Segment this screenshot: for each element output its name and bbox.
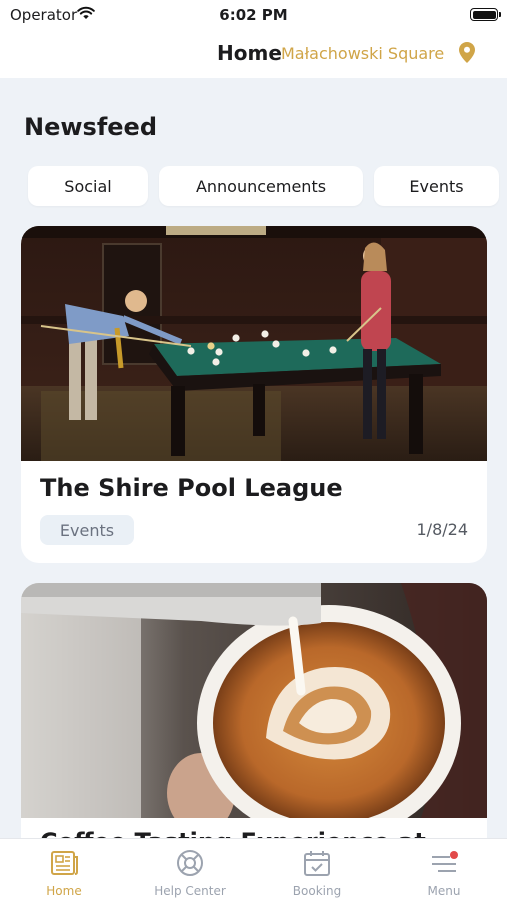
category-badge: Events xyxy=(40,515,134,545)
top-header: Home Małachowski Square xyxy=(0,30,507,78)
tab-bar-label: Home xyxy=(46,884,82,898)
map-pin-icon[interactable] xyxy=(459,42,475,63)
tab-bar-menu[interactable]: Menu xyxy=(389,839,499,900)
newspaper-icon xyxy=(51,851,78,875)
lifebuoy-icon xyxy=(177,850,203,876)
tab-bar-home[interactable]: Home xyxy=(9,839,119,900)
tab-bar-label: Booking xyxy=(292,884,342,898)
tab-bar-help-center[interactable]: Help Center xyxy=(135,839,245,900)
coffee-photo xyxy=(21,583,487,818)
location-selector[interactable]: Małachowski Square xyxy=(281,44,444,63)
post-title: The Shire Pool League xyxy=(40,474,343,502)
pool-photo xyxy=(21,226,487,461)
tab-social[interactable]: Social xyxy=(28,166,148,206)
status-time: 6:02 PM xyxy=(219,6,288,24)
bottom-tab-bar: Home Help Center Booking Menu xyxy=(0,838,507,900)
notification-dot xyxy=(450,851,458,859)
tab-announcements[interactable]: Announcements xyxy=(159,166,363,206)
tab-bar-label: Help Center xyxy=(154,884,226,898)
menu-lines-icon xyxy=(432,851,458,872)
tab-bar-booking[interactable]: Booking xyxy=(262,839,372,900)
status-bar: Operator 6:02 PM xyxy=(0,0,507,30)
tab-bar-label: Menu xyxy=(427,884,461,898)
post-card[interactable]: Coffee Tasting Experience at xyxy=(21,583,487,863)
post-date: 1/8/24 xyxy=(416,520,469,539)
page-title: Home xyxy=(217,41,282,65)
tab-events[interactable]: Events xyxy=(374,166,499,206)
battery-icon xyxy=(470,8,501,21)
calendar-check-icon xyxy=(304,851,330,876)
newsfeed-title: Newsfeed xyxy=(24,113,157,141)
post-card[interactable]: The Shire Pool League Events 1/8/24 xyxy=(21,226,487,563)
